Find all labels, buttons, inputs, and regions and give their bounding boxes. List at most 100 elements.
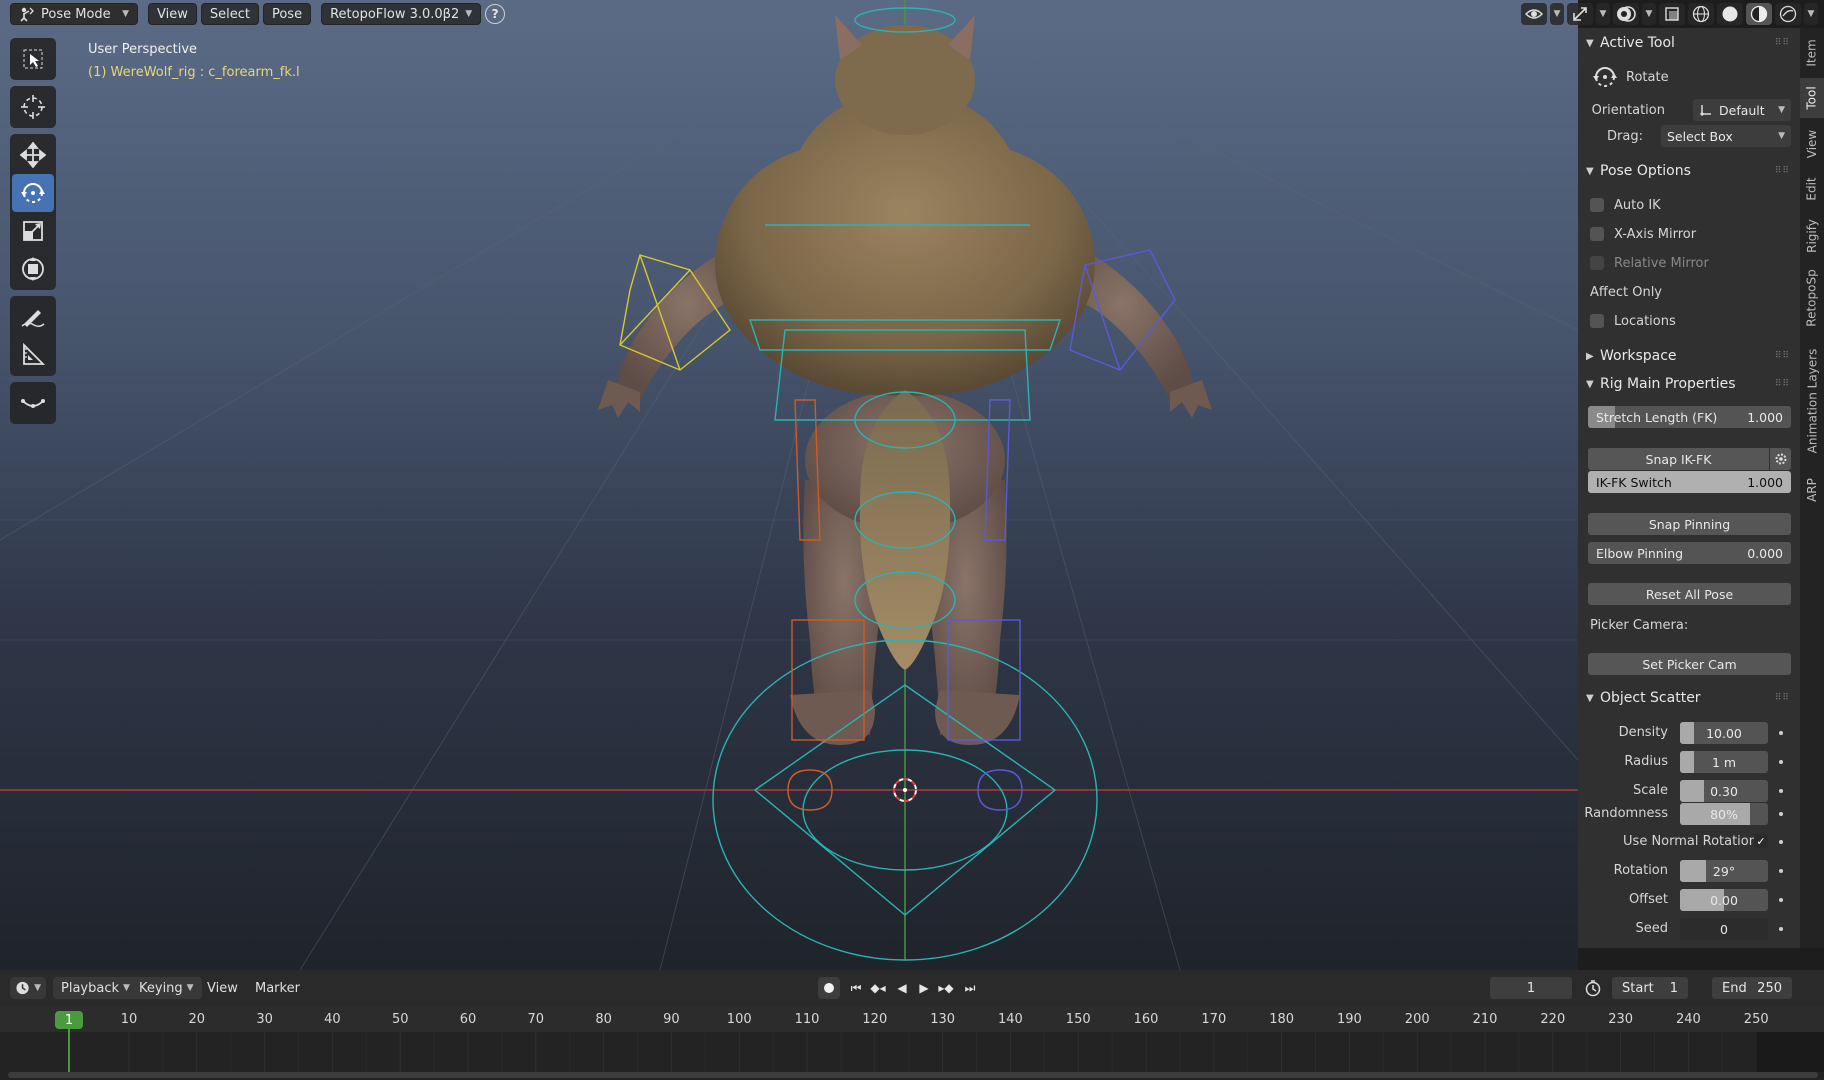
frame-ruler[interactable]: 10 20 30 40 50 60 70 80 90 100 110 120 130 140 150 160 1… [0, 1006, 1824, 1032]
drag-dropdown[interactable]: Select Box ▼ [1661, 125, 1791, 147]
tab-retoposp[interactable]: RetopoSp [1800, 266, 1824, 330]
keyframe-dot-icon[interactable] [1779, 869, 1783, 873]
auto-keying-button[interactable] [818, 977, 840, 999]
drag-grip-icon[interactable]: ⠿⠿ [1775, 38, 1790, 48]
annotate-tool[interactable] [12, 298, 54, 336]
workspace-header[interactable]: ▶ Workspace ⠿⠿ [1578, 343, 1800, 369]
randomness-field[interactable]: 80% [1680, 803, 1768, 825]
tab-rigify[interactable]: Rigify [1800, 212, 1824, 260]
chevron-down-icon[interactable]: ▼ [1550, 3, 1564, 25]
keyframe-dot-icon[interactable] [1779, 840, 1783, 844]
gizmo-toggle[interactable] [1567, 3, 1593, 25]
scale-field[interactable]: 0.30 [1680, 780, 1768, 802]
use-normal-rotation-checkbox[interactable]: ✓ [1754, 834, 1768, 848]
auto-ik-checkbox[interactable] [1590, 198, 1604, 212]
elbow-pinning-slider[interactable]: Elbow Pinning 0.000 [1588, 542, 1791, 564]
scale-tool[interactable] [12, 212, 54, 250]
orientation-dropdown[interactable]: Default ▼ [1693, 99, 1791, 121]
menu-pose[interactable]: Pose [262, 3, 312, 25]
start-frame-field[interactable]: Start 1 [1612, 977, 1688, 999]
timeline-scrollbar[interactable] [8, 1072, 1818, 1078]
select-box-tool[interactable] [12, 40, 54, 78]
shading-rendered[interactable] [1775, 3, 1801, 25]
3d-viewport[interactable]: User Perspective (1) WereWolf_rig : c_fo… [0, 0, 1578, 970]
pose-options-header[interactable]: ▼ Pose Options ⠿⠿ [1578, 158, 1800, 184]
active-tool-row[interactable]: Rotate [1578, 64, 1800, 90]
jump-to-end-button[interactable]: ⏭ [960, 979, 980, 997]
shading-solid[interactable] [1717, 3, 1743, 25]
keyframe-dot-icon[interactable] [1779, 789, 1783, 793]
ikfk-switch-slider[interactable]: IK-FK Switch 1.000 [1588, 471, 1791, 493]
playback-menu[interactable]: Playback ▼ [53, 977, 138, 999]
jump-to-start-button[interactable]: ⏮ [846, 979, 866, 997]
cursor-tool[interactable] [12, 88, 54, 126]
tab-arp[interactable]: ARP [1800, 472, 1824, 508]
snap-ikfk-button[interactable]: Snap IK-FK [1588, 448, 1769, 470]
xray-toggle[interactable] [1659, 3, 1685, 25]
snap-settings-button[interactable] [1770, 448, 1791, 470]
mode-selector[interactable]: Pose Mode ▼ [10, 3, 138, 25]
move-tool[interactable] [12, 136, 54, 174]
tab-item[interactable]: Item [1800, 34, 1824, 72]
transform-tool[interactable] [12, 250, 54, 288]
reset-all-pose-button[interactable]: Reset All Pose [1588, 583, 1791, 605]
jump-to-keyframe-prev-button[interactable]: ◆◂ [868, 979, 888, 997]
menu-select[interactable]: Select [200, 3, 259, 25]
object-scatter-header[interactable]: ▼ Object Scatter ⠿⠿ [1578, 685, 1800, 711]
keyframe-dot-icon[interactable] [1779, 731, 1783, 735]
tab-tool[interactable]: Tool [1800, 78, 1824, 118]
playhead-line[interactable] [68, 1029, 70, 1074]
jump-to-keyframe-next-button[interactable]: ▸◆ [936, 979, 956, 997]
drag-grip-icon[interactable]: ⠿⠿ [1775, 351, 1790, 361]
set-picker-cam-button[interactable]: Set Picker Cam [1588, 653, 1791, 675]
shading-material[interactable] [1746, 3, 1772, 25]
x-axis-mirror-row[interactable]: X-Axis Mirror [1578, 221, 1800, 247]
keying-menu[interactable]: Keying ▼ [131, 977, 202, 999]
measure-tool[interactable] [12, 336, 54, 374]
keyframe-area[interactable] [0, 1032, 1824, 1072]
auto-ik-row[interactable]: Auto IK [1578, 192, 1800, 218]
drag-grip-icon[interactable]: ⠿⠿ [1775, 379, 1790, 389]
snap-pinning-button[interactable]: Snap Pinning [1588, 513, 1791, 535]
keyframe-dot-icon[interactable] [1779, 898, 1783, 902]
locations-row[interactable]: Locations [1578, 308, 1800, 334]
tab-animation-layers[interactable]: Animation Layers [1800, 336, 1824, 466]
keyframe-dot-icon[interactable] [1779, 760, 1783, 764]
preview-range-toggle[interactable] [1583, 979, 1603, 997]
play-reverse-button[interactable]: ◀ [892, 979, 912, 997]
rotation-field[interactable]: 29° [1680, 860, 1768, 882]
current-frame-field[interactable]: 1 [1490, 977, 1572, 999]
locations-checkbox[interactable] [1590, 314, 1604, 328]
relax-tool[interactable] [12, 384, 54, 422]
density-field[interactable]: 10.00 [1680, 722, 1768, 744]
rotate-tool[interactable] [12, 174, 54, 212]
chevron-down-icon[interactable]: ▼ [1642, 3, 1656, 25]
drag-grip-icon[interactable]: ⠿⠿ [1775, 693, 1790, 703]
current-frame-badge[interactable]: 1 [55, 1011, 83, 1029]
drag-grip-icon[interactable]: ⠿⠿ [1775, 166, 1790, 176]
chevron-down-icon[interactable]: ▼ [1804, 3, 1818, 25]
marker-menu[interactable]: Marker [247, 977, 308, 999]
seed-field[interactable]: 0 [1680, 918, 1768, 940]
visibility-toggle[interactable] [1521, 3, 1547, 25]
shading-wireframe[interactable] [1688, 3, 1714, 25]
view-menu[interactable]: View [199, 977, 246, 999]
active-tool-header[interactable]: ▼ Active Tool ⠿⠿ [1578, 30, 1800, 56]
editor-type-selector[interactable]: ▼ [10, 977, 46, 999]
chevron-down-icon[interactable]: ▼ [1596, 3, 1610, 25]
overlays-toggle[interactable] [1613, 3, 1639, 25]
rig-main-header[interactable]: ▼ Rig Main Properties ⠿⠿ [1578, 371, 1800, 397]
x-axis-mirror-checkbox[interactable] [1590, 227, 1604, 241]
offset-field[interactable]: 0.00 [1680, 889, 1768, 911]
play-button[interactable]: ▶ [914, 979, 934, 997]
radius-field[interactable]: 1 m [1680, 751, 1768, 773]
keyframe-dot-icon[interactable] [1779, 927, 1783, 931]
tab-edit[interactable]: Edit [1800, 170, 1824, 208]
menu-view[interactable]: View [148, 3, 197, 25]
end-frame-field[interactable]: End 250 [1712, 977, 1792, 999]
help-icon[interactable]: ? [485, 4, 506, 24]
keyframe-dot-icon[interactable] [1779, 812, 1783, 816]
retopoflow-menu[interactable]: RetopoFlow 3.0.0β2 ▼ [321, 3, 482, 25]
tab-view[interactable]: View [1800, 124, 1824, 164]
stretch-length-slider[interactable]: Stretch Length (FK) 1.000 [1588, 406, 1791, 428]
